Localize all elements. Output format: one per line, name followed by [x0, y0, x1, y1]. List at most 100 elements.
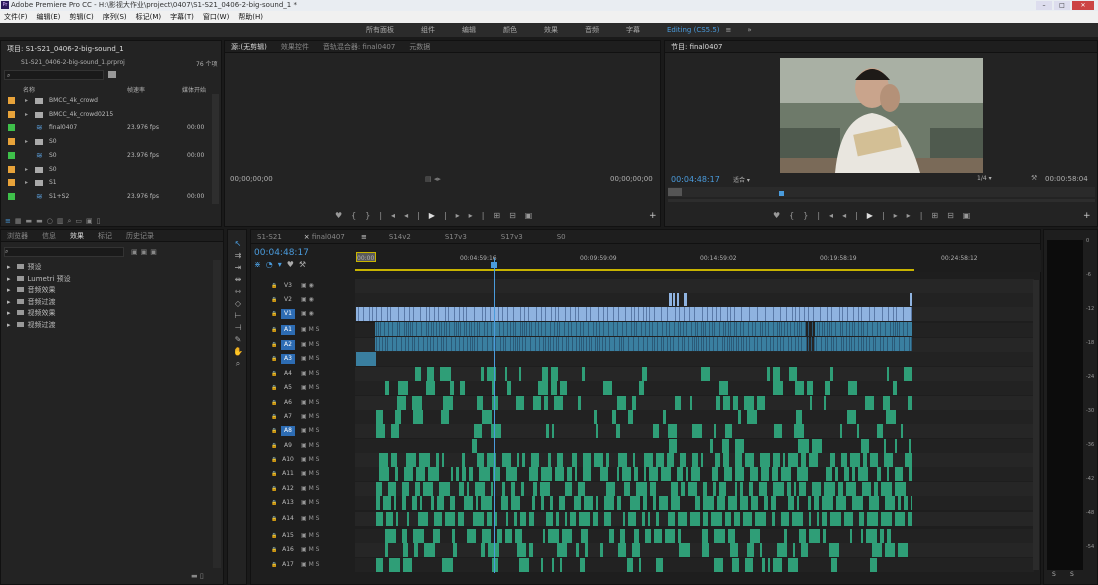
track-header-a17[interactable]: 🔒 A17 ▣ M S — [255, 558, 355, 572]
clip-edit-line[interactable] — [783, 337, 784, 351]
track-header-a2[interactable]: 🔒 A2 ▣ M S — [255, 338, 355, 352]
audio-clip[interactable] — [519, 558, 529, 572]
clip-edit-line[interactable] — [679, 307, 680, 321]
audio-clip[interactable] — [838, 482, 843, 496]
clip-edit-line[interactable] — [558, 307, 559, 321]
track-target[interactable]: A12 — [281, 484, 295, 494]
audio-clip[interactable] — [606, 453, 609, 467]
clip-edit-line[interactable] — [513, 337, 514, 351]
audio-clip[interactable] — [428, 467, 439, 481]
mute-solo-icons[interactable]: ▣ M S — [301, 323, 319, 337]
clip-edit-line[interactable] — [379, 337, 380, 351]
audio-clip[interactable] — [402, 482, 409, 496]
clip-edit-line[interactable] — [413, 307, 414, 321]
audio-clip[interactable] — [735, 439, 744, 453]
razor-tool-icon[interactable]: ◇ — [233, 298, 243, 310]
audio-clip[interactable] — [883, 396, 890, 410]
clip-edit-line[interactable] — [869, 337, 870, 351]
clip-edit-line[interactable] — [426, 322, 427, 336]
clip-edit-line[interactable] — [887, 337, 888, 351]
clip-edit-line[interactable] — [458, 322, 459, 336]
audio-clip[interactable] — [552, 558, 554, 572]
track-header-a1[interactable]: 🔒 A1 ▣ M S — [255, 323, 355, 337]
audio-clip[interactable] — [606, 482, 615, 496]
insert-icon[interactable]: ⊞ — [493, 211, 509, 220]
audio-clip[interactable] — [825, 381, 830, 395]
clip-edit-line[interactable] — [691, 322, 692, 336]
rate-stretch-tool-icon[interactable]: ⇿ — [233, 286, 243, 298]
minimize-button[interactable]: – — [1036, 1, 1052, 10]
clip-edit-line[interactable] — [575, 307, 576, 321]
audio-clip[interactable] — [830, 453, 835, 467]
audio-clip[interactable] — [901, 424, 903, 438]
clip-edit-line[interactable] — [628, 337, 629, 351]
clip-edit-line[interactable] — [888, 307, 889, 321]
audio-clip[interactable] — [711, 512, 722, 526]
clip-edit-line[interactable] — [760, 322, 761, 336]
audio-clip[interactable] — [612, 410, 616, 424]
audio-clip[interactable] — [895, 482, 906, 496]
tab-info[interactable]: 信息 — [42, 231, 56, 241]
audio-clip[interactable] — [583, 453, 591, 467]
audio-clip[interactable] — [809, 512, 811, 526]
clip-edit-line[interactable] — [702, 307, 703, 321]
zoom-slider[interactable]: ▬▬○ — [26, 217, 57, 225]
clip-edit-line[interactable] — [545, 322, 546, 336]
clip-edit-line[interactable] — [781, 322, 782, 336]
audio-clip[interactable] — [817, 512, 819, 526]
audio-clip[interactable] — [881, 482, 892, 496]
add-button-icon[interactable]: + — [1083, 211, 1091, 221]
ws-all-panels[interactable]: 所有面板 — [366, 25, 394, 35]
tab-seq-s14v2[interactable]: S14v2 — [389, 233, 411, 241]
clip-edit-line[interactable] — [590, 307, 591, 321]
clip-edit-line[interactable] — [858, 322, 859, 336]
clip-edit-line[interactable] — [730, 307, 731, 321]
step-back-icon[interactable]: ◂| — [404, 211, 429, 220]
audio-clip[interactable] — [877, 424, 883, 438]
audio-clip[interactable] — [403, 543, 408, 557]
audio-clip[interactable] — [644, 453, 653, 467]
tab-markers[interactable]: 标记 — [98, 231, 112, 241]
audio-clip[interactable] — [863, 453, 867, 467]
solo-right-button[interactable]: S — [1070, 571, 1074, 578]
effects-folder[interactable]: ▸ 音频效果 — [7, 285, 56, 296]
audio-clip[interactable] — [412, 396, 422, 410]
track-header-a11[interactable]: 🔒 A11 ▣ M S — [255, 467, 355, 481]
audio-clip[interactable] — [506, 512, 508, 526]
clip-edit-line[interactable] — [427, 337, 428, 351]
audio-clip[interactable] — [884, 439, 886, 453]
zoom-tool-icon[interactable]: ⌕ — [233, 358, 243, 370]
audio-clip[interactable] — [733, 396, 738, 410]
clip-edit-line[interactable] — [482, 307, 483, 321]
clip-edit-line[interactable] — [697, 322, 698, 336]
clip-edit-line[interactable] — [482, 337, 483, 351]
audio-clip[interactable] — [747, 410, 757, 424]
audio-clip[interactable] — [413, 529, 424, 543]
clip-edit-line[interactable] — [852, 322, 853, 336]
audio-clip[interactable] — [562, 529, 572, 543]
close-button[interactable]: ✕ — [1072, 1, 1094, 10]
clip-edit-line[interactable] — [727, 307, 728, 321]
clip-edit-line[interactable] — [805, 322, 806, 336]
audio-clip[interactable] — [541, 467, 552, 481]
audio-clip[interactable] — [814, 496, 819, 510]
ws-audio[interactable]: 音频 — [585, 25, 599, 35]
clip-edit-line[interactable] — [638, 307, 639, 321]
automate-icon[interactable]: ▥ — [57, 217, 68, 225]
play-icon[interactable]: ▶ — [867, 211, 882, 220]
mute-solo-icons[interactable]: ▣ M S — [301, 543, 319, 557]
audio-clip[interactable] — [481, 367, 484, 381]
audio-clip[interactable] — [740, 482, 743, 496]
audio-clip[interactable] — [642, 512, 645, 526]
audio-clip[interactable] — [747, 543, 754, 557]
audio-clip[interactable] — [702, 529, 708, 543]
clip-edit-line[interactable] — [507, 322, 508, 336]
audio-clip[interactable] — [572, 453, 577, 467]
clip-edit-line[interactable] — [513, 307, 514, 321]
track-header-a8[interactable]: 🔒 A8 ▣ M S — [255, 424, 355, 438]
audio-clip[interactable] — [507, 381, 511, 395]
selection-tool-icon[interactable]: ↖ — [233, 238, 243, 250]
audio-clip[interactable] — [596, 496, 598, 510]
project-item[interactable]: ▸ S1 — [1, 176, 211, 190]
clip-edit-line[interactable] — [470, 337, 471, 351]
